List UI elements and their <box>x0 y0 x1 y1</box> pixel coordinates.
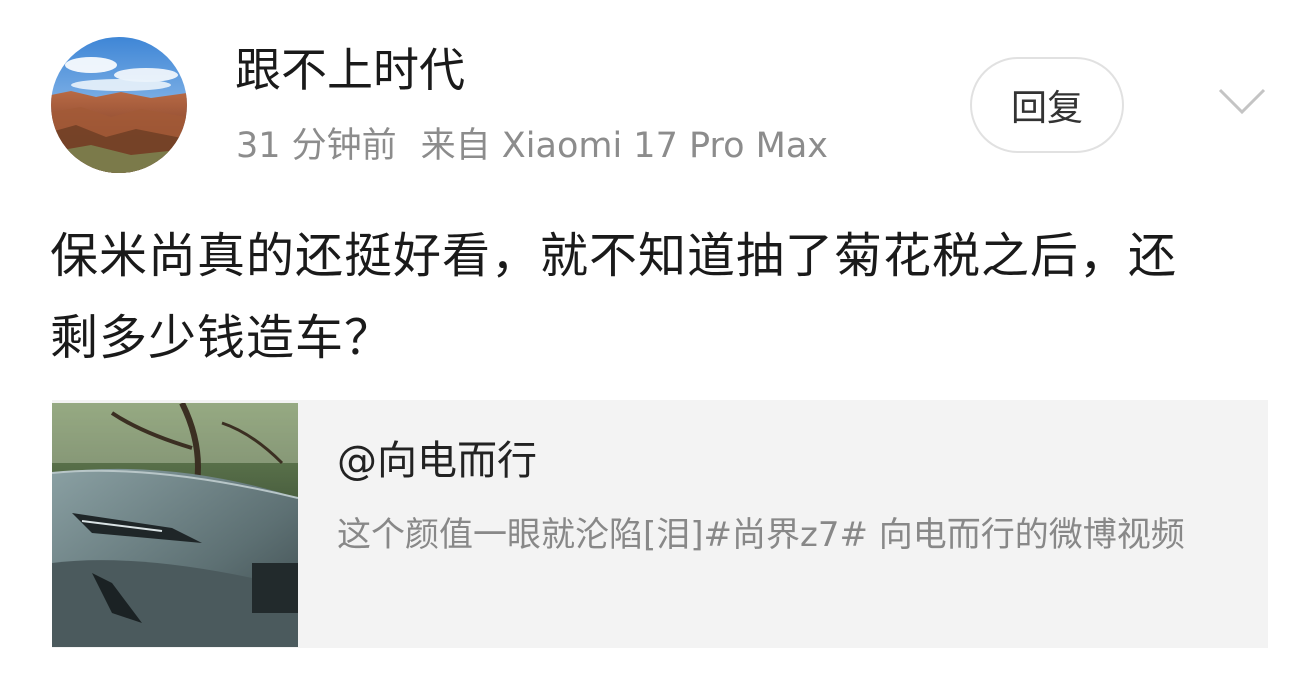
post-text: 保米尚真的还挺好看，就不知道抽了菊花税之后，还剩多少钱造车？ <box>50 228 1178 366</box>
reply-button[interactable]: 回复 <box>970 57 1124 153</box>
post-time: 31 分钟前 <box>236 126 397 166</box>
embedded-post-card[interactable]: @向电而行 这个颜值一眼就沦陷[泪]#尚界z7# 向电而行的微博视频 <box>52 400 1268 648</box>
card-title[interactable]: @向电而行 <box>337 435 537 487</box>
avatar[interactable] <box>51 37 187 173</box>
post-source: 来自 Xiaomi 17 Pro Max <box>420 126 828 166</box>
chevron-down-icon[interactable] <box>1212 80 1272 120</box>
card-description: 这个颜值一眼就沦陷[泪]#尚界z7# 向电而行的微博视频 <box>337 515 1185 555</box>
weibo-comment: 跟不上时代 31 分钟前 来自 Xiaomi 17 Pro Max 回复 保米尚真… <box>0 0 1316 682</box>
username[interactable]: 跟不上时代 <box>235 40 465 100</box>
post-meta: 31 分钟前 来自 Xiaomi 17 Pro Max <box>236 122 828 170</box>
video-thumbnail[interactable] <box>52 403 298 647</box>
